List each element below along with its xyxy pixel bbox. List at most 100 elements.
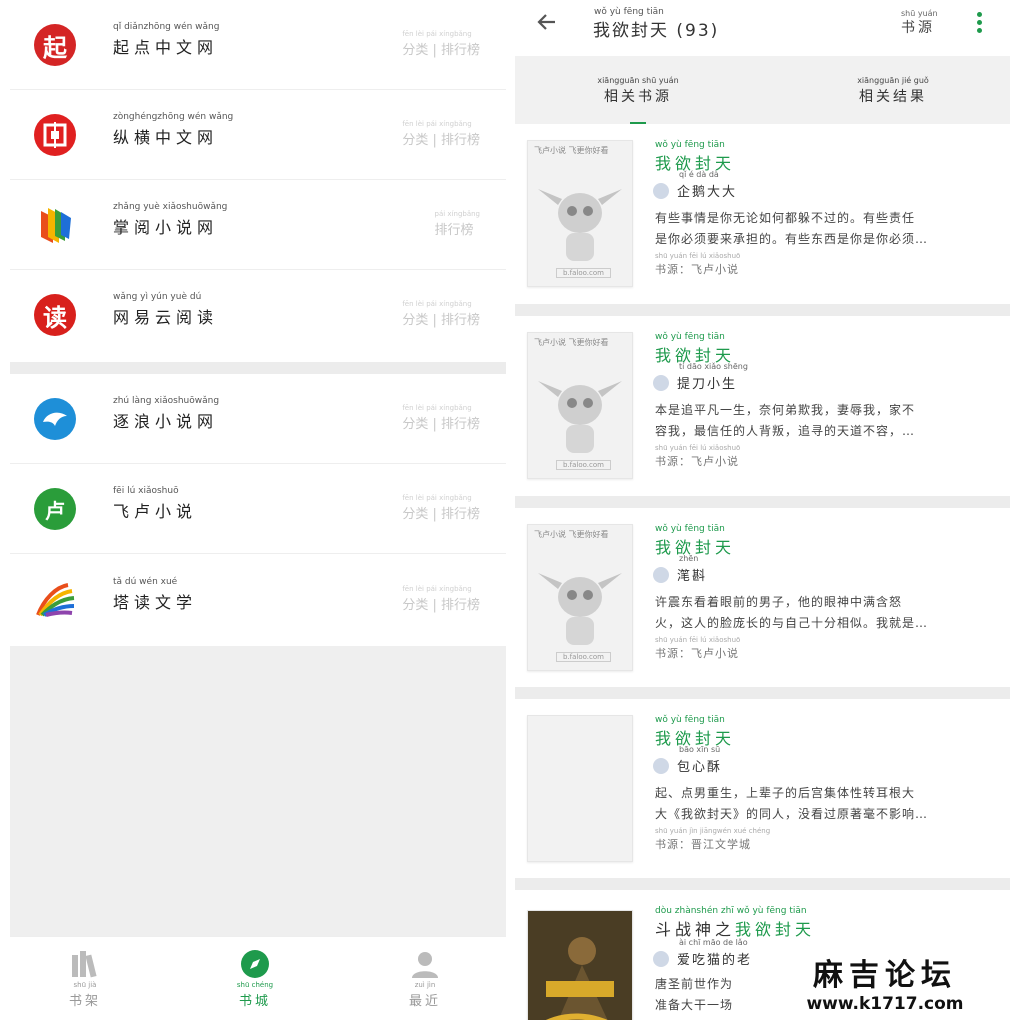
book-title-pinyin: dòu zhànshén zhī wǒ yù fēng tiān	[655, 906, 807, 916]
source-actions[interactable]: fēn lèi pái xíngbǎng 分类 | 排行榜	[402, 120, 480, 148]
source-actions[interactable]: pái xíngbǎng 排行榜	[435, 210, 480, 238]
tab-bar: xiāngguān shū yuán 相关书源 xiāngguān jié gu…	[515, 56, 1010, 124]
result-card[interactable]: 飞卢小说 飞更你好看 b.faloo.com wǒ yù fēng tiān 我…	[515, 508, 1010, 687]
book-cover-placeholder	[527, 715, 633, 862]
section-gap	[10, 362, 506, 374]
source-actions[interactable]: fēn lèi pái xíngbǎng 分类 | 排行榜	[402, 585, 480, 613]
source-actions[interactable]: fēn lèi pái xíngbǎng 分类 | 排行榜	[402, 404, 480, 432]
cover-url: b.faloo.com	[556, 652, 611, 662]
nav-pinyin: shū chéng	[236, 981, 274, 989]
cover-url: b.faloo.com	[556, 268, 611, 278]
result-card[interactable]: 飞卢小说 飞更你好看 b.faloo.com wǒ yù fēng tiān 我…	[515, 316, 1010, 495]
result-card[interactable]: 飞卢小说 飞更你好看 b.faloo.com wǒ yù fēng tiān 我…	[515, 124, 1010, 303]
source-row-zhulang[interactable]: zhú làng xiǎoshuōwǎng 逐浪小说网 fēn lèi pái …	[10, 374, 506, 464]
book-cover: 飞卢小说 飞更你好看 b.faloo.com	[527, 332, 633, 479]
source-name: 掌阅小说网	[113, 218, 219, 237]
divider	[515, 878, 1010, 890]
author: bāo xīn sū 包心酥	[653, 745, 722, 775]
cover-mascot-image	[538, 573, 622, 645]
author: zhēn 滗斟	[653, 554, 707, 584]
result-card[interactable]: wǒ yù fēng tiān 我欲封天 bāo xīn sū 包心酥 起、点男重…	[515, 699, 1010, 878]
nav-label: 最近	[408, 994, 441, 1009]
book-title-pinyin: wǒ yù fēng tiān	[655, 715, 725, 725]
book-title: 斗战神之我欲封天	[655, 920, 816, 939]
source-actions[interactable]: fēn lèi pái xíngbǎng 分类 | 排行榜	[402, 30, 480, 58]
nav-label: 书架	[68, 994, 101, 1009]
source-name-pinyin: wǎng yì yún yuè dú	[113, 292, 202, 302]
nav-book-city[interactable]: shū chéng 书城	[215, 949, 295, 1009]
compass-icon	[240, 949, 270, 979]
page-title: 我欲封天 (93)	[593, 21, 720, 41]
empty-area	[10, 646, 506, 936]
author: qǐ é dà dà 企鹅大大	[653, 170, 737, 200]
book-description: 有些事情是你无论如何都躲不过的。有些责任 是你必须要来承担的。有些东西是你是你必须…	[655, 211, 929, 246]
cover-caption: 飞卢小说 飞更你好看	[534, 338, 609, 347]
avatar-icon	[653, 950, 669, 967]
nav-label: 书城	[238, 994, 271, 1009]
source-name-pinyin: zhǎng yuè xiǎoshuōwǎng	[113, 202, 228, 212]
nav-recent[interactable]: zuì jìn 最近	[385, 949, 465, 1009]
book-cover: 飞卢小说 飞更你好看 b.faloo.com	[527, 140, 633, 287]
source-row-netease[interactable]: 读 wǎng yì yún yuè dú 网易云阅读 fēn lèi pái x…	[10, 270, 506, 360]
bookshelf-icon	[70, 949, 100, 979]
netease-read-logo-icon: 读	[34, 294, 76, 336]
more-vert-icon[interactable]	[977, 12, 983, 36]
cover-art-image	[528, 911, 632, 1020]
avatar-icon	[653, 757, 669, 774]
tab-pinyin: xiāngguān shū yuán	[597, 76, 679, 85]
tab-label: 相关结果	[859, 89, 927, 105]
source-name: 网易云阅读	[113, 308, 219, 327]
source-row-zongheng[interactable]: zònghéngzhōng wén wǎng 纵横中文网 fēn lèi pái…	[10, 90, 506, 180]
source-row-tadu[interactable]: tǎ dú wén xué 塔读文学 fēn lèi pái xíngbǎng 分…	[10, 555, 506, 645]
watermark-title: 麻吉论坛	[813, 958, 957, 993]
source-actions[interactable]: fēn lèi pái xíngbǎng 分类 | 排行榜	[402, 494, 480, 522]
nav-bookshelf[interactable]: shū jià 书架	[45, 949, 125, 1009]
source-row-faloo[interactable]: 卢 fēi lú xiǎoshuō 飞卢小说 fēn lèi pái xíngb…	[10, 464, 506, 554]
tadu-logo-icon	[34, 579, 76, 621]
source-name: 起点中文网	[113, 38, 219, 57]
divider	[10, 553, 506, 554]
divider	[515, 496, 1010, 508]
cover-mascot-image	[538, 189, 622, 261]
source-name-pinyin: fēi lú xiǎoshuō	[113, 486, 179, 496]
bottom-nav: shū jià 书架 shū chéng 书城 zuì jìn 最近	[10, 936, 506, 1020]
book-title-pinyin: wǒ yù fēng tiān	[655, 332, 725, 342]
zhulang-dolphin-icon	[34, 398, 76, 440]
cover-caption: 飞卢小说 飞更你好看	[534, 530, 609, 539]
book-source: shū yuán fēi lú xiǎoshuō 书源：飞卢小说	[655, 252, 741, 276]
faloo-logo-icon: 卢	[34, 488, 76, 530]
divider	[515, 304, 1010, 316]
tab-label: 相关书源	[604, 89, 672, 105]
book-description: 许震东看着眼前的男子，他的眼神中满含怒 火，这人的脸庞长的与自己十分相似。我就是…	[655, 595, 929, 630]
source-name-pinyin: zhú làng xiǎoshuōwǎng	[113, 396, 220, 406]
book-description: 本是追平凡一生，奈何弟欺我，妻辱我，家不 容我，最信任的人背叛，追寻的天道不容，…	[655, 403, 916, 438]
avatar-icon	[653, 566, 669, 583]
source-actions[interactable]: fēn lèi pái xíngbǎng 分类 | 排行榜	[402, 300, 480, 328]
zhangyue-logo-icon	[34, 204, 76, 246]
tab-related-results[interactable]: xiāngguān jié guǒ 相关结果	[813, 76, 973, 106]
source-row-zhangyue[interactable]: zhǎng yuè xiǎoshuōwǎng 掌阅小说网 pái xíngbǎn…	[10, 180, 506, 270]
book-description: 唐圣前世作为 准备大干一场	[655, 977, 734, 1012]
forum-watermark: 麻吉论坛 www.k1717.com	[785, 950, 985, 1016]
author: tí dāo xiǎo shēng 提刀小生	[653, 362, 748, 392]
source-name-pinyin: zònghéngzhōng wén wǎng	[113, 112, 234, 122]
back-arrow-icon[interactable]	[535, 10, 563, 38]
source-row-qidian[interactable]: 起 qǐ diǎnzhōng wén wǎng 起点中文网 fēn lèi pá…	[10, 0, 506, 90]
cover-url: b.faloo.com	[556, 460, 611, 470]
book-source: shū yuán fēi lú xiǎoshuō 书源：飞卢小说	[655, 444, 741, 468]
source-name: 飞卢小说	[113, 502, 198, 521]
nav-pinyin: shū jià	[73, 981, 97, 989]
source-name-pinyin: tǎ dú wén xué	[113, 577, 178, 587]
avatar-icon	[653, 374, 669, 391]
source-button[interactable]: 书源	[901, 17, 935, 37]
source-name-pinyin: qǐ diǎnzhōng wén wǎng	[113, 22, 220, 32]
divider	[515, 687, 1010, 699]
cover-mascot-image	[538, 381, 622, 453]
tab-related-sources[interactable]: xiāngguān shū yuán 相关书源	[558, 76, 718, 106]
watermark-url: www.k1717.com	[806, 994, 964, 1014]
source-name: 塔读文学	[113, 593, 198, 612]
search-results-panel: wǒ yù fēng tiān 我欲封天 (93) shū yuán 书源 xi…	[515, 0, 1010, 1020]
book-city-panel: 起 qǐ diǎnzhōng wén wǎng 起点中文网 fēn lèi pá…	[10, 0, 506, 1020]
avatar-icon	[653, 182, 669, 199]
tab-pinyin: xiāngguān jié guǒ	[857, 76, 929, 85]
